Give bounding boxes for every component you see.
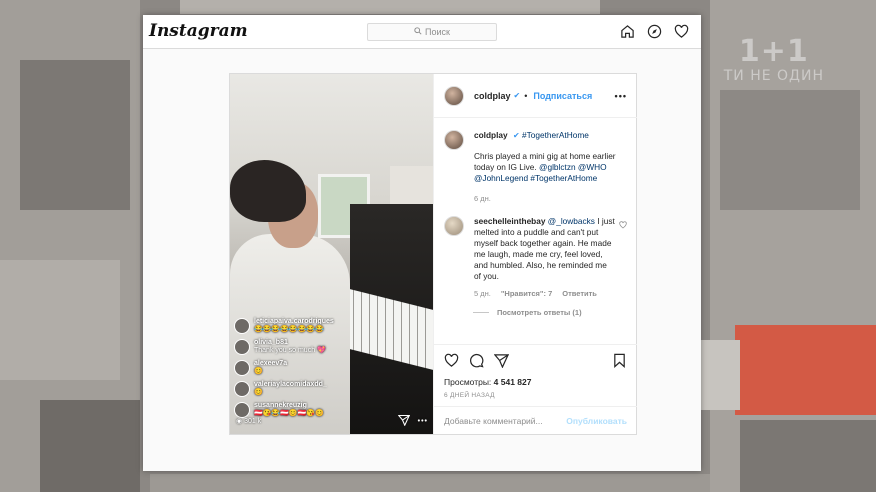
channel-logo-slogan: ТИ НЕ ОДИН: [723, 68, 824, 84]
bookmark-icon[interactable]: [612, 353, 627, 368]
caption-hashtag[interactable]: #TogetherAtHome: [530, 173, 597, 183]
post-video[interactable]: leticiapaiva.carodrigues 😂😂😂😂😂😂😂😂 olivia_…: [230, 74, 433, 434]
instagram-logo[interactable]: Instagram: [149, 21, 248, 41]
live-comment-text: 😂😂😂😂😂😂😂😂: [254, 326, 324, 333]
author-username[interactable]: coldplay: [474, 91, 511, 101]
verified-badge-icon: ✔: [512, 131, 520, 140]
live-footer: ◉ 301 k •••: [236, 414, 428, 428]
nav-icons: [620, 24, 689, 39]
replies-line: [473, 312, 489, 313]
eye-icon: ◉: [236, 418, 245, 425]
live-comment-user: susannekreuzig: [254, 402, 307, 409]
caption-hashtag[interactable]: #TogetherAtHome: [522, 130, 589, 140]
caption-time: 6 дн.: [474, 194, 491, 203]
live-comment: olivia_b81 Thank you so much 💖: [234, 339, 429, 355]
comment-meta: 5 дн. "Нравится": 7 Ответить: [474, 288, 615, 299]
author-avatar[interactable]: [444, 85, 464, 106]
caption-mention[interactable]: @WHO: [578, 162, 607, 172]
views-count: Просмотры: 4 541 827: [444, 377, 627, 387]
channel-logo: 1+1 ТИ НЕ ОДИН: [723, 34, 824, 85]
live-comment-text: 😊: [254, 389, 263, 396]
comment-mention[interactable]: @_lowbacks: [548, 216, 595, 226]
activity-heart-icon[interactable]: [674, 24, 689, 39]
caption-avatar[interactable]: [444, 130, 464, 150]
publish-button[interactable]: Опубликовать: [566, 416, 627, 426]
post-options-icon[interactable]: •••: [615, 91, 627, 101]
search-input[interactable]: Поиск: [367, 23, 497, 41]
follow-button[interactable]: Подписаться: [533, 91, 592, 101]
caption-username[interactable]: coldplay: [474, 130, 508, 140]
live-comment-user: valeriaylacomidaxdd_: [254, 381, 327, 388]
comment-likes[interactable]: "Нравится": 7: [501, 288, 552, 299]
caption-mention[interactable]: @glblctzn: [539, 162, 576, 172]
comment-bubble-icon[interactable]: [469, 353, 484, 368]
commenter-username[interactable]: seechelleinthebay: [474, 216, 545, 226]
share-send-icon[interactable]: [494, 353, 509, 368]
search-icon: [414, 27, 422, 37]
caption-mention[interactable]: @JohnLegend: [474, 173, 528, 183]
live-comment-user: olivia_b81: [254, 339, 288, 346]
caption: coldplay ✔ #TogetherAtHome Chris played …: [434, 118, 637, 204]
live-comment: alexeev7a 😊: [234, 360, 429, 376]
comment-item: seechelleinthebay @_lowbacks I just melt…: [434, 204, 637, 299]
live-comment-user: alexeev7a: [254, 360, 288, 367]
top-navbar: Instagram Поиск: [143, 15, 701, 49]
live-comment: leticiapaiva.carodrigues 😂😂😂😂😂😂😂😂: [234, 318, 429, 334]
live-comment: valeriaylacomidaxdd_ 😊: [234, 381, 429, 397]
post-header: coldplay ✔ • Подписаться •••: [434, 74, 637, 118]
like-heart-icon[interactable]: [444, 353, 459, 368]
post-actions: Просмотры: 4 541 827 6 ДНЕЙ НАЗАД: [434, 344, 637, 399]
comment-like-heart-icon[interactable]: [615, 216, 627, 299]
verified-badge-icon: ✔: [513, 91, 521, 100]
live-comment-avatar: [234, 360, 250, 376]
live-comment-user: leticiapaiva.carodrigues: [254, 318, 334, 325]
post-date: 6 ДНЕЙ НАЗАД: [444, 392, 495, 399]
live-comment-avatar: [234, 318, 250, 334]
post-card: leticiapaiva.carodrigues 😂😂😂😂😂😂😂😂 olivia_…: [229, 73, 637, 435]
performer-beanie: [230, 160, 306, 222]
live-comment-text: 😊: [254, 368, 263, 375]
viewer-count-value: 301 k: [244, 418, 262, 425]
viewer-count: ◉ 301 k: [236, 417, 261, 425]
views-label: Просмотры:: [444, 377, 492, 387]
more-options-icon[interactable]: •••: [418, 418, 428, 425]
comment-input[interactable]: Добавьте комментарий...: [444, 416, 543, 426]
channel-logo-main: 1+1: [738, 34, 809, 69]
home-icon[interactable]: [620, 24, 635, 39]
instagram-window: Instagram Поиск leticiapaiva.carodrigues…: [143, 15, 701, 471]
live-comment-avatar: [234, 381, 250, 397]
commenter-avatar[interactable]: [444, 216, 464, 236]
view-replies-button[interactable]: Посмотреть ответы (1): [473, 308, 637, 317]
explore-compass-icon[interactable]: [647, 24, 662, 39]
send-icon[interactable]: [397, 414, 411, 428]
live-comment-text: Thank you so much 💖: [254, 347, 326, 354]
separator-dot: •: [524, 90, 528, 101]
comment-time: 5 дн.: [474, 289, 491, 298]
comments-section: coldplay ✔ #TogetherAtHome Chris played …: [434, 118, 637, 342]
post-side-panel: coldplay ✔ • Подписаться ••• coldplay ✔ …: [433, 74, 637, 434]
live-comments: leticiapaiva.carodrigues 😂😂😂😂😂😂😂😂 olivia_…: [234, 318, 429, 423]
search-placeholder: Поиск: [425, 27, 450, 37]
bg-shelf: [390, 166, 433, 206]
views-value: 4 541 827: [493, 377, 532, 387]
add-comment-bar: Добавьте комментарий... Опубликовать: [434, 406, 637, 434]
reply-button[interactable]: Ответить: [562, 288, 597, 299]
live-comment-avatar: [234, 339, 250, 355]
view-replies-label: Посмотреть ответы (1): [497, 308, 582, 317]
